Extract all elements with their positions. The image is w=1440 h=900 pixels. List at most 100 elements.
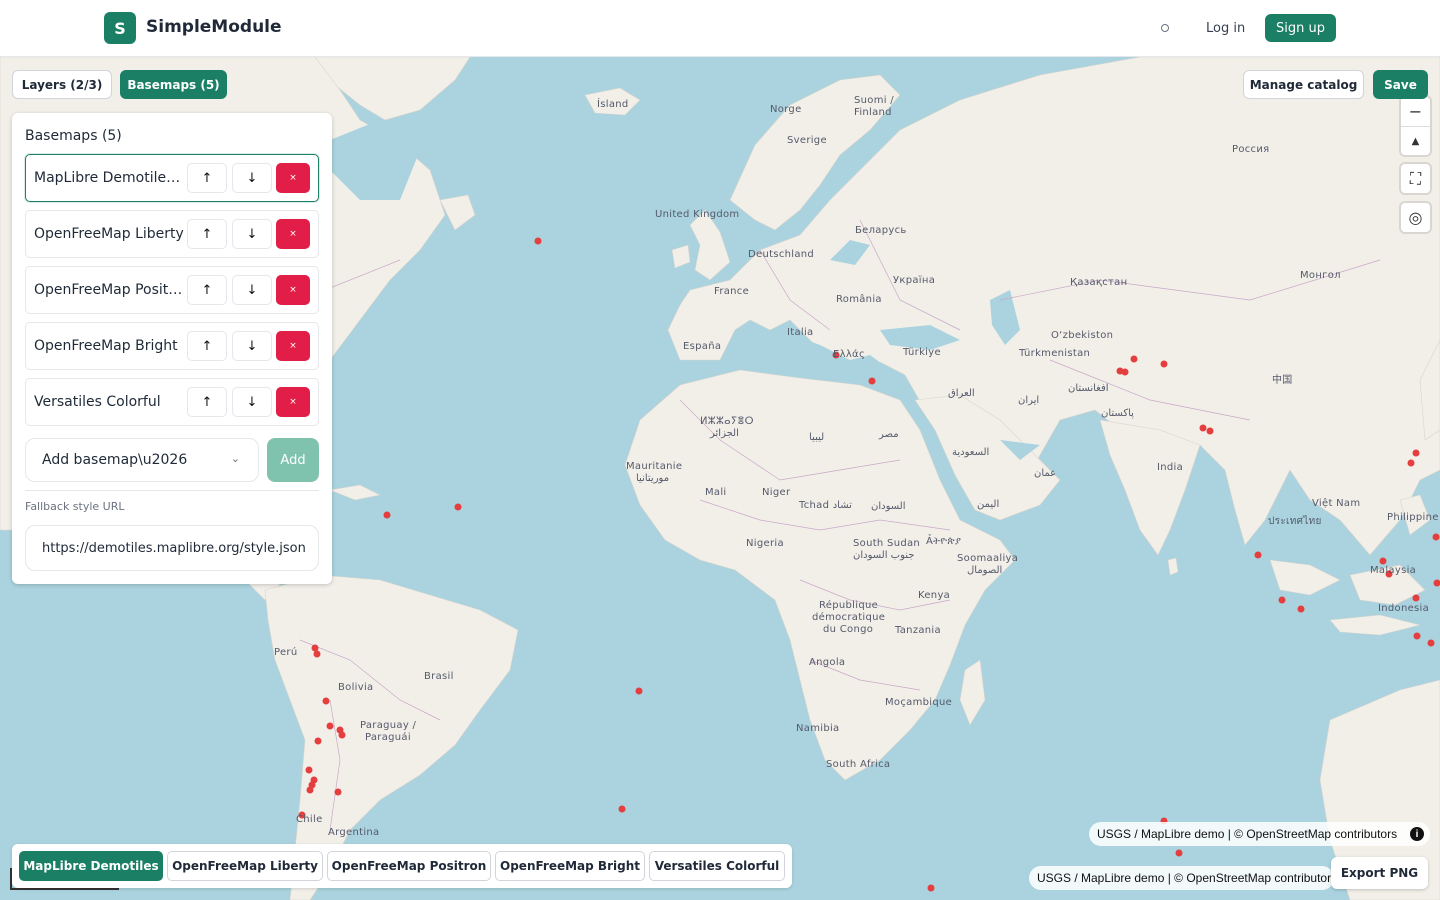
map-label: ليبيا <box>809 432 825 443</box>
map-label: Argentina <box>328 827 380 838</box>
map-label: O‘zbekiston <box>1051 330 1114 341</box>
fallback-label: Fallback style URL <box>25 500 125 513</box>
map-label: România <box>836 294 882 305</box>
map-label: South Africa <box>826 759 891 770</box>
map-label: Tchad تشاد <box>799 500 852 511</box>
add-button[interactable]: Add <box>267 438 319 482</box>
export-png-button[interactable]: Export PNG <box>1331 857 1428 889</box>
move-down-button[interactable]: ↓ <box>232 275 272 305</box>
info-icon[interactable]: i <box>1410 827 1424 841</box>
move-down-button[interactable]: ↓ <box>232 387 272 417</box>
geolocate-control: ◎ <box>1401 203 1430 232</box>
map-label: Chile <box>296 814 323 825</box>
map-label: South Sudan <box>853 538 921 549</box>
map-label: République <box>819 600 879 611</box>
basemap-name: OpenFreeMap Positron <box>34 282 184 298</box>
map-label: Deutschland <box>748 249 815 260</box>
map-label: Türkiye <box>903 347 941 358</box>
map-label: Soomaaliya <box>957 553 1019 564</box>
locate-icon[interactable]: ◎ <box>1401 203 1430 232</box>
map-label: Angola <box>809 657 846 668</box>
tab-basemaps[interactable]: Basemaps (5) <box>120 70 227 99</box>
map-label: Україна <box>893 275 936 286</box>
move-down-button[interactable]: ↓ <box>232 219 272 249</box>
tab-layers[interactable]: Layers (2/3) <box>12 70 112 99</box>
map-label: Ελλάς <box>833 349 866 360</box>
basemap-row[interactable]: OpenFreeMap Liberty ↑ ↓ × <box>25 210 319 258</box>
fallback-url-input[interactable]: https://demotiles.maplibre.org/style.jso… <box>25 525 319 571</box>
panel-title: Basemaps (5) <box>25 128 122 144</box>
basemap-row[interactable]: OpenFreeMap Positron ↑ ↓ × <box>25 266 319 314</box>
map-label: Namibia <box>796 723 840 734</box>
map-label: Suomi / <box>854 95 894 106</box>
basemap-row[interactable]: MapLibre Demotiles… ↑ ↓ × <box>25 154 319 202</box>
compass-icon[interactable]: ▲ <box>1401 126 1430 155</box>
map-label: 中国 <box>1272 375 1293 386</box>
basemaps-panel: Basemaps (5) MapLibre Demotiles… ↑ ↓ × O… <box>12 113 332 584</box>
basemap-switch-liberty[interactable]: OpenFreeMap Liberty <box>167 851 323 881</box>
basemap-row[interactable]: OpenFreeMap Bright ↑ ↓ × <box>25 322 319 370</box>
map-label: United Kingdom <box>655 209 740 220</box>
map-label: السعودية <box>952 447 990 458</box>
map-label: du Congo <box>823 624 874 635</box>
map-label: Mali <box>705 487 727 498</box>
map-label: Brasil <box>424 671 454 682</box>
map-label: Türkmenistan <box>1019 348 1091 359</box>
map-label: Россия <box>1232 144 1270 155</box>
map-label: الصومال <box>967 565 1003 576</box>
map-label: ⵍⵣⵣⴰⵢⴻⵔ <box>700 416 754 427</box>
delete-button[interactable]: × <box>276 331 310 361</box>
attribution: USGS / MapLibre demo | © OpenStreetMap c… <box>1089 822 1430 846</box>
map-label: العراق <box>948 388 975 399</box>
delete-button[interactable]: × <box>276 163 310 193</box>
map-label: Perú <box>274 647 298 658</box>
attribution-text[interactable]: USGS / MapLibre demo | © OpenStreetMap c… <box>1097 827 1397 841</box>
move-down-button[interactable]: ↓ <box>232 331 272 361</box>
login-link[interactable]: Log in <box>1196 14 1255 42</box>
basemap-switch-bright[interactable]: OpenFreeMap Bright <box>495 851 645 881</box>
move-up-button[interactable]: ↑ <box>187 331 227 361</box>
logo-icon[interactable]: S <box>104 12 136 44</box>
add-basemap-select[interactable]: Add basemap\u2026 ⌄ <box>25 438 259 482</box>
map-label: Finland <box>854 107 892 118</box>
map-label: Mauritanie <box>626 461 683 472</box>
basemap-name: Versatiles Colorful <box>34 394 161 410</box>
map-label: Moçambique <box>885 697 953 708</box>
delete-button[interactable]: × <box>276 387 310 417</box>
map-label: Paraguái <box>365 732 411 743</box>
map-label: Malaysia <box>1370 565 1417 576</box>
map-label: Sverige <box>787 135 827 146</box>
brand-name[interactable]: SimpleModule <box>146 17 282 37</box>
map-label: España <box>683 341 722 352</box>
basemap-switch-maplibre[interactable]: MapLibre Demotiles <box>19 851 163 881</box>
basemap-switch-colorful[interactable]: Versatiles Colorful <box>649 851 785 881</box>
map-label: France <box>714 286 750 297</box>
map-label: India <box>1157 462 1184 473</box>
save-button[interactable]: Save <box>1373 70 1428 99</box>
map-label: Беларусь <box>855 225 907 236</box>
fullscreen-icon[interactable]: ⛶ <box>1401 164 1430 193</box>
map-label: افغانستان <box>1068 383 1109 394</box>
chevron-down-icon: ⌄ <box>230 452 240 465</box>
move-up-button[interactable]: ↑ <box>187 387 227 417</box>
theme-toggle-icon[interactable] <box>1157 20 1173 36</box>
delete-button[interactable]: × <box>276 275 310 305</box>
basemap-name: OpenFreeMap Bright <box>34 338 178 354</box>
move-up-button[interactable]: ↑ <box>187 275 227 305</box>
manage-catalog-button[interactable]: Manage catalog <box>1243 70 1364 99</box>
map-label: جنوب السودان <box>853 550 915 561</box>
move-up-button[interactable]: ↑ <box>187 163 227 193</box>
add-basemap-label: Add basemap\u2026 <box>42 452 188 468</box>
attribution-text[interactable]: USGS / MapLibre demo | © OpenStreetMap c… <box>1037 871 1334 885</box>
move-down-button[interactable]: ↓ <box>232 163 272 193</box>
signup-button[interactable]: Sign up <box>1265 14 1336 42</box>
zoom-out-icon[interactable]: − <box>1401 97 1430 126</box>
basemap-switch-positron[interactable]: OpenFreeMap Positron <box>327 851 491 881</box>
basemap-row[interactable]: Versatiles Colorful ↑ ↓ × <box>25 378 319 426</box>
map-label: Kenya <box>918 590 951 601</box>
map-label: Italia <box>787 327 814 338</box>
map-label: عمان <box>1034 468 1057 479</box>
delete-button[interactable]: × <box>276 219 310 249</box>
move-up-button[interactable]: ↑ <box>187 219 227 249</box>
map-label: الجزائر <box>710 428 739 439</box>
